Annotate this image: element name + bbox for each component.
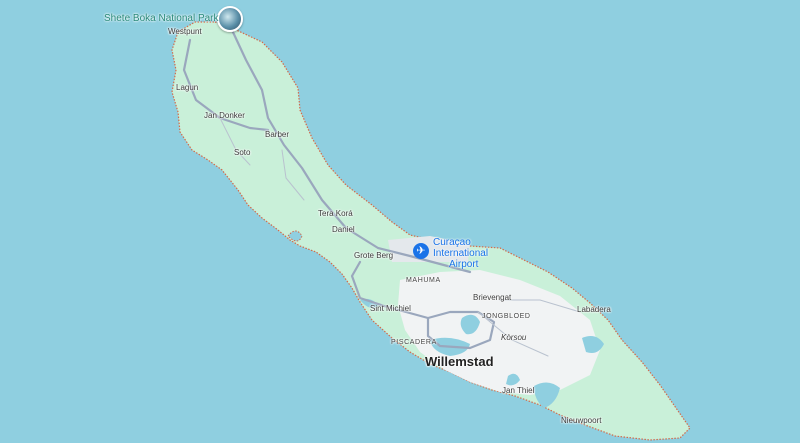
place-tera-kora[interactable]: Tera Korá xyxy=(318,210,353,218)
place-lagun[interactable]: Lagun xyxy=(176,84,198,92)
place-willemstad[interactable]: Willemstad xyxy=(425,355,494,368)
place-jan-thiel[interactable]: Jan Thiel xyxy=(502,387,534,395)
airport-label-line2: International xyxy=(433,248,489,259)
place-jongbloed[interactable]: JONGBLOED xyxy=(482,313,531,320)
place-grote-berg[interactable]: Grote Berg xyxy=(354,252,393,260)
place-barber[interactable]: Barber xyxy=(265,131,289,139)
park-photo-icon[interactable] xyxy=(217,6,243,32)
airport-label-line1: Curaçao xyxy=(433,237,471,248)
place-soto[interactable]: Soto xyxy=(234,149,250,157)
place-mahuma[interactable]: MAHUMA xyxy=(406,277,441,284)
island-map xyxy=(0,0,800,443)
place-sint-michiel[interactable]: Sint Michiel xyxy=(370,305,411,313)
place-brievengat[interactable]: Brievengat xyxy=(473,294,511,302)
sea xyxy=(0,0,800,443)
place-korsou[interactable]: Kòrsou xyxy=(501,334,526,342)
map-canvas[interactable]: Shete Boka National Park ✈ Curaçao Inter… xyxy=(0,0,800,443)
place-jan-donker[interactable]: Jan Donker xyxy=(204,112,245,120)
airport-label[interactable]: Curaçao International Airport xyxy=(433,237,488,270)
place-daniel[interactable]: Daniel xyxy=(332,226,355,234)
airport-label-line3: Airport xyxy=(449,259,479,270)
place-nieuwpoort[interactable]: Nieuwpoort xyxy=(561,417,601,425)
park-label[interactable]: Shete Boka National Park xyxy=(104,14,219,24)
airplane-icon[interactable]: ✈ xyxy=(413,243,429,259)
place-labadera[interactable]: Labadera xyxy=(577,306,611,314)
place-piscadera[interactable]: PISCADERA xyxy=(391,339,437,346)
place-westpunt[interactable]: Westpunt xyxy=(168,28,202,36)
